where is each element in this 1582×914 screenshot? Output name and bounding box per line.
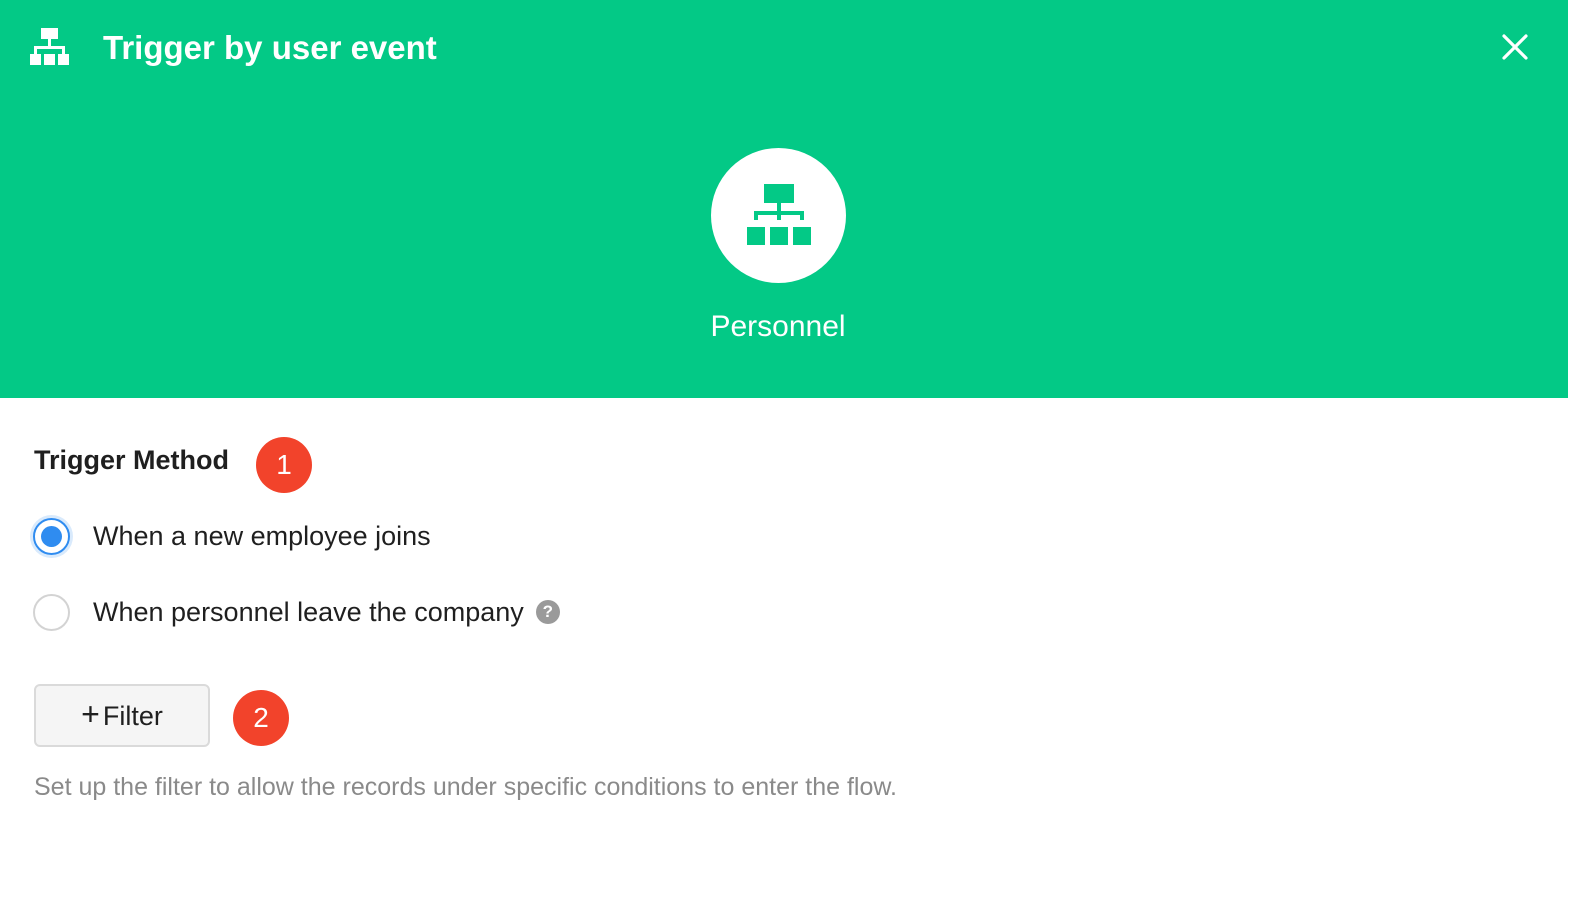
radio-label: When a new employee joins — [93, 521, 431, 551]
dialog-title: Trigger by user event — [103, 29, 437, 66]
plus-icon: + — [81, 695, 100, 732]
hero-avatar — [711, 148, 846, 283]
org-chart-icon — [747, 184, 811, 245]
dialog-header: Trigger by user event Personnel — [0, 0, 1568, 398]
radio-button-selected[interactable] — [33, 517, 70, 555]
add-filter-button[interactable]: + Filter — [34, 684, 210, 747]
radio-label: When personnel leave the company — [93, 597, 524, 627]
filter-button-label: Filter — [102, 700, 163, 731]
radio-button[interactable] — [33, 593, 70, 631]
radio-option-personnel-leave[interactable]: When personnel leave the company ? — [33, 592, 560, 632]
step-badge-2: 2 — [233, 690, 289, 746]
radio-option-new-employee[interactable]: When a new employee joins — [33, 516, 431, 556]
org-chart-icon — [30, 28, 69, 65]
trigger-method-title: Trigger Method — [34, 445, 229, 475]
question-icon[interactable]: ? — [535, 600, 560, 624]
hero-label: Personnel — [710, 310, 846, 343]
filter-hint-text: Set up the filter to allow the records u… — [34, 773, 897, 801]
step-badge-1: 1 — [256, 437, 312, 493]
close-icon[interactable] — [1496, 28, 1534, 66]
